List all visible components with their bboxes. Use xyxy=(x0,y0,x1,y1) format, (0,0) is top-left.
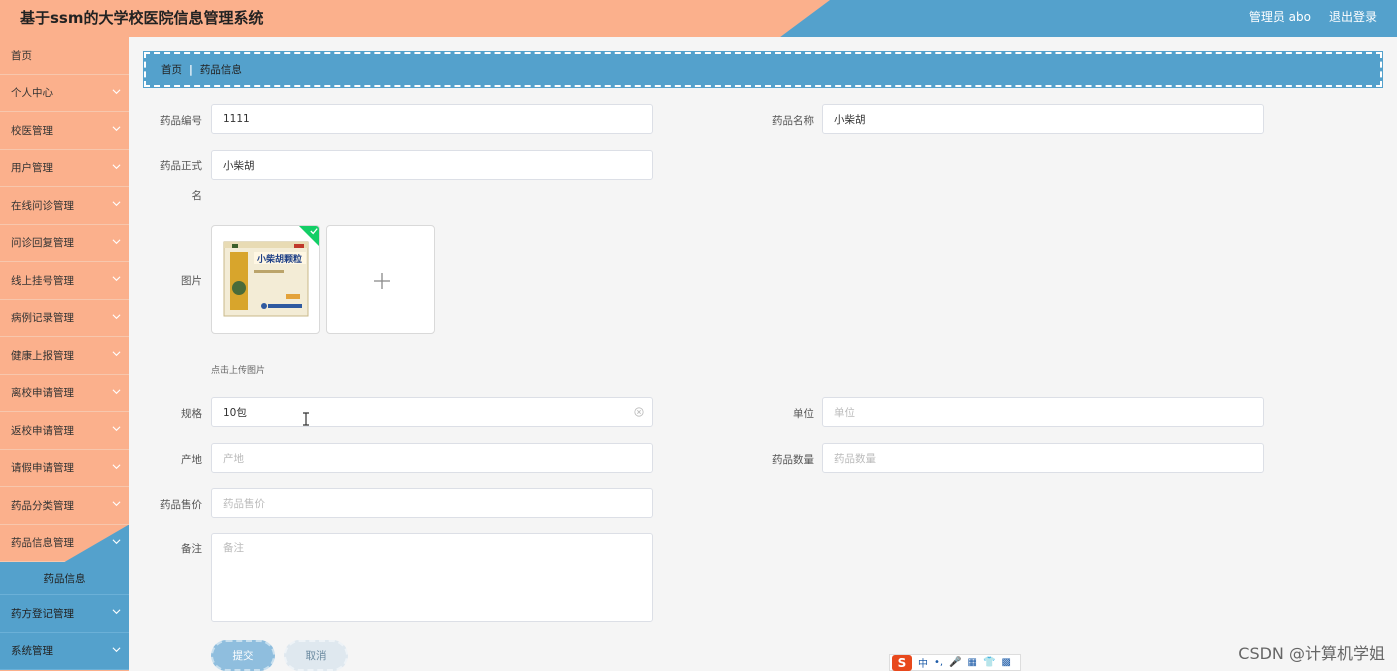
chevron-down-icon xyxy=(112,349,121,358)
sidebar-item-label: 个人中心 xyxy=(11,87,53,100)
spec-label: 规格 xyxy=(181,408,202,420)
chevron-down-icon xyxy=(112,499,121,508)
punctuation-icon[interactable]: •, xyxy=(934,657,943,668)
sidebar-item-online-consultation[interactable]: 在线问诊管理 xyxy=(0,187,129,225)
upload-add-card[interactable] xyxy=(326,225,435,334)
watermark: CSDN @计算机学姐 xyxy=(1238,644,1385,663)
unit-label: 单位 xyxy=(793,408,814,420)
microphone-icon[interactable]: 🎤 xyxy=(949,657,961,668)
sidebar-item-drug-category[interactable]: 药品分类管理 xyxy=(0,487,129,525)
price-label: 药品售价 xyxy=(160,499,202,511)
breadcrumb-current: 药品信息 xyxy=(199,64,242,76)
image-label: 图片 xyxy=(181,275,202,287)
remark-label: 备注 xyxy=(181,543,202,555)
ime-logo: S xyxy=(892,654,912,671)
sidebar-item-label: 在线问诊管理 xyxy=(11,199,74,212)
submit-button[interactable]: 提交 xyxy=(211,640,275,671)
sidebar-item-online-registration[interactable]: 线上挂号管理 xyxy=(0,262,129,300)
chevron-down-icon xyxy=(112,87,121,96)
sidebar-item-doctor-management[interactable]: 校医管理 xyxy=(0,112,129,150)
chevron-down-icon xyxy=(112,124,121,133)
ime-mode-label[interactable]: 中 xyxy=(918,655,928,670)
drug-name-input[interactable]: 小柴胡 xyxy=(822,104,1264,134)
chevron-down-icon xyxy=(112,607,121,616)
clear-icon[interactable] xyxy=(634,407,644,417)
chevron-down-icon xyxy=(112,312,121,321)
sidebar-item-leave-request[interactable]: 请假申请管理 xyxy=(0,450,129,487)
header-user-area: 管理员 abo 退出登录 xyxy=(1249,8,1377,25)
sidebar-item-label: 病例记录管理 xyxy=(11,312,74,325)
toolbox-icon[interactable]: ▩ xyxy=(1001,657,1010,668)
sidebar-item-case-records[interactable]: 病例记录管理 xyxy=(0,300,129,337)
chevron-down-icon xyxy=(112,645,121,654)
sidebar-item-consultation-reply[interactable]: 问诊回复管理 xyxy=(0,225,129,262)
current-user-label: 管理员 abo xyxy=(1248,10,1311,24)
remark-textarea[interactable]: 备注 xyxy=(211,533,653,622)
check-icon xyxy=(310,228,318,235)
drug-name-label: 药品名称 xyxy=(772,115,814,127)
breadcrumb-home[interactable]: 首页 xyxy=(161,62,182,77)
chevron-down-icon xyxy=(112,274,121,283)
sidebar-item-drug-info-management[interactable]: 药品信息管理 xyxy=(0,524,129,562)
unit-input[interactable]: 单位 xyxy=(822,397,1264,427)
spec-input[interactable]: 10包 xyxy=(211,397,653,427)
sidebar-item-health-report[interactable]: 健康上报管理 xyxy=(0,337,129,375)
sidebar-item-label: 校医管理 xyxy=(11,124,53,137)
app-title: 基于ssm的大学校医院信息管理系统 xyxy=(20,9,264,27)
logout-link[interactable]: 退出登录 xyxy=(1329,8,1377,25)
formal-name-label-cont: 名 xyxy=(191,190,203,202)
breadcrumb: 首页 | 药品信息 xyxy=(143,51,1383,88)
chevron-down-icon xyxy=(112,162,121,171)
keyboard-icon[interactable]: ▦ xyxy=(968,657,977,668)
formal-name-label: 药品正式 xyxy=(160,160,202,172)
sidebar-item-home[interactable]: 首页 xyxy=(0,37,129,75)
sidebar-item-label: 请假申请管理 xyxy=(11,462,74,475)
sidebar-menu: 首页 个人中心 校医管理 用户管理 在线问诊管理 问诊回复管理 线上挂号管理 病… xyxy=(0,37,129,671)
sidebar-item-leave-school[interactable]: 离校申请管理 xyxy=(0,375,129,412)
origin-label: 产地 xyxy=(181,454,202,466)
price-input[interactable]: 药品售价 xyxy=(211,488,653,518)
skin-icon[interactable]: 👕 xyxy=(983,657,995,668)
quantity-label: 药品数量 xyxy=(772,454,814,466)
sidebar-item-label: 药品分类管理 xyxy=(11,499,74,512)
sidebar-item-label: 用户管理 xyxy=(11,162,53,175)
top-header: 基于ssm的大学校医院信息管理系统 管理员 abo 退出登录 xyxy=(0,0,1397,37)
drug-code-label: 药品编号 xyxy=(160,115,202,127)
sidebar-item-label: 药方登记管理 xyxy=(11,607,74,620)
chevron-down-icon xyxy=(112,237,121,246)
sidebar-item-label: 线上挂号管理 xyxy=(11,274,74,287)
drug-code-input[interactable]: 1111 xyxy=(211,104,653,134)
sidebar-item-label: 药品信息管理 xyxy=(11,537,74,550)
drug-package-image: 小柴胡颗粒 xyxy=(223,241,309,317)
sidebar-item-return-school[interactable]: 返校申请管理 xyxy=(0,412,129,450)
chevron-down-icon xyxy=(112,462,121,471)
sidebar-item-prescription[interactable]: 药方登记管理 xyxy=(0,595,129,633)
origin-input[interactable]: 产地 xyxy=(211,443,653,473)
uploaded-image-card[interactable]: 小柴胡颗粒 xyxy=(211,225,320,334)
sidebar-item-label: 首页 xyxy=(11,49,32,62)
cancel-button[interactable]: 取消 xyxy=(284,640,348,671)
sidebar-item-label: 健康上报管理 xyxy=(11,349,74,362)
product-label: 小柴胡颗粒 xyxy=(256,253,302,265)
sidebar-item-label: 离校申请管理 xyxy=(11,387,74,400)
ime-toolbar[interactable]: S 中 •, 🎤 ▦ 👕 ▩ xyxy=(889,654,1021,671)
plus-icon xyxy=(327,226,434,333)
sidebar-item-label: 问诊回复管理 xyxy=(11,237,74,250)
formal-name-input[interactable]: 小柴胡 xyxy=(211,150,653,180)
chevron-down-icon xyxy=(112,537,121,546)
chevron-down-icon xyxy=(112,199,121,208)
sidebar-item-system-management[interactable]: 系统管理 xyxy=(0,632,129,670)
sidebar-item-label: 系统管理 xyxy=(11,645,53,658)
upload-hint: 点击上传图片 xyxy=(211,366,266,376)
quantity-input[interactable]: 药品数量 xyxy=(822,443,1264,473)
breadcrumb-separator: | xyxy=(189,63,193,76)
spec-value: 10包 xyxy=(223,406,247,419)
submenu-item-drug-info[interactable]: 药品信息 xyxy=(0,562,129,595)
chevron-down-icon xyxy=(112,387,121,396)
sidebar-item-personal-center[interactable]: 个人中心 xyxy=(0,75,129,112)
sidebar-item-user-management[interactable]: 用户管理 xyxy=(0,150,129,187)
chevron-down-icon xyxy=(112,424,121,433)
sidebar-item-label: 返校申请管理 xyxy=(11,424,74,437)
text-cursor-icon xyxy=(303,412,309,426)
